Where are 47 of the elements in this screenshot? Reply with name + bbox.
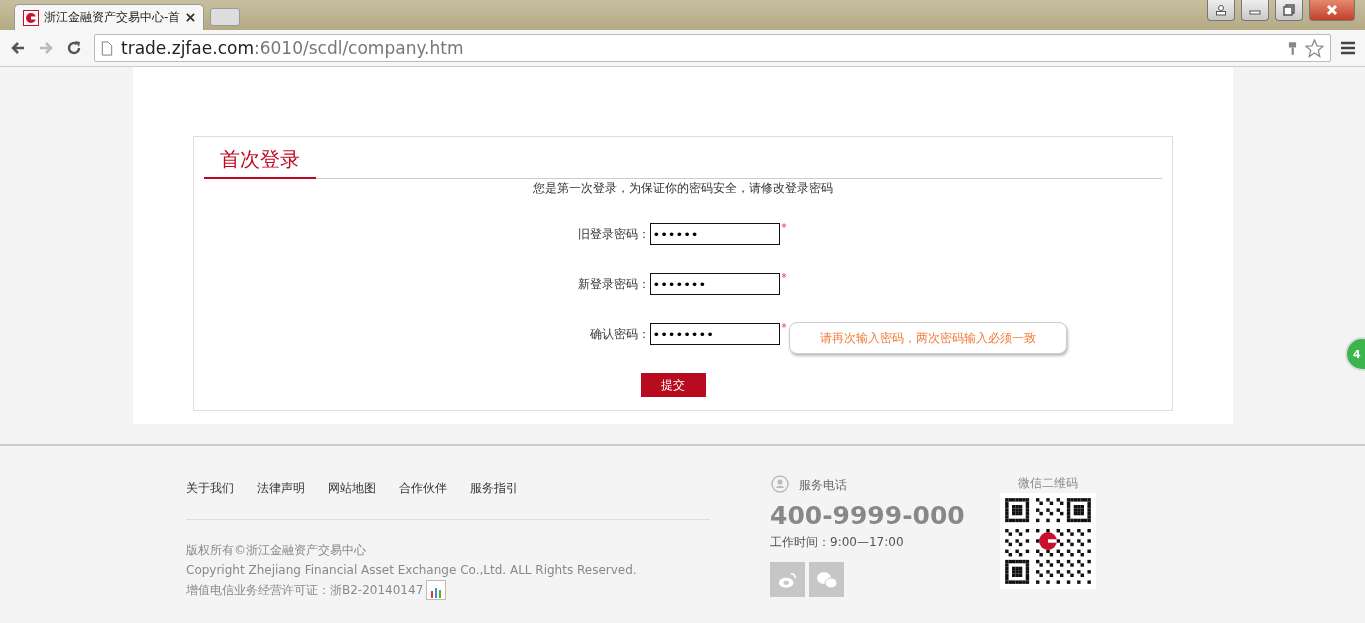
service-label: 服务电话 (799, 476, 847, 494)
address-bar[interactable]: trade.zjfae.com:6010/scdl/company.htm (94, 34, 1331, 62)
bar-chart-icon[interactable] (426, 580, 447, 600)
footer-link[interactable]: 合作伙伴 (399, 480, 447, 497)
required-mark: * (781, 322, 787, 333)
field-label: 确认密码： (588, 326, 650, 342)
page-icon (101, 40, 113, 56)
close-button[interactable] (1309, 0, 1355, 21)
footer-link[interactable]: 法律声明 (257, 480, 305, 497)
menu-icon[interactable] (1341, 41, 1355, 55)
key-icon[interactable] (1288, 40, 1297, 56)
footer-link[interactable]: 服务指引 (470, 480, 518, 497)
hint-tooltip: 请再次输入密码，两次密码输入必须一致 (788, 322, 1067, 354)
field-label: 旧登录密码： (576, 226, 650, 242)
hours-text: 工作时间：9:00—17:00 (770, 534, 905, 551)
browser-tab[interactable]: 浙江金融资产交易中心-首 (14, 4, 204, 30)
user-icon (1215, 4, 1227, 16)
profile-button[interactable] (1207, 0, 1235, 21)
new-tab-button[interactable] (210, 8, 240, 26)
required-mark: * (781, 272, 787, 283)
footer-link[interactable]: 关于我们 (186, 480, 234, 497)
close-icon (1326, 4, 1338, 16)
tab-title: 浙江金融资产交易中心-首 (44, 9, 181, 26)
star-icon[interactable] (1305, 38, 1324, 58)
logo-icon (23, 9, 39, 26)
notice-text: 您是第一次登录，为保证你的密码安全，请修改登录密码 (531, 181, 834, 196)
phone-number: 400-9999-000 (770, 501, 966, 530)
url-text: trade.zjfae.com:6010/scdl/company.htm (121, 38, 464, 58)
submit-button[interactable]: 提交 (640, 373, 706, 397)
copyright-text: 版权所有©浙江金融资产交易中心 (186, 542, 367, 559)
chat-user-icon (770, 475, 790, 495)
close-icon[interactable] (186, 13, 195, 22)
required-mark: * (781, 222, 787, 233)
restore-button[interactable] (1275, 0, 1303, 21)
reload-icon[interactable] (66, 40, 82, 56)
restore-icon (1283, 4, 1295, 16)
minimize-button[interactable] (1241, 0, 1269, 21)
license-text: 增值电信业务经营许可证：浙B2-20140147 (186, 582, 424, 599)
footer-link[interactable]: 网站地图 (328, 480, 376, 497)
password-field[interactable]: ••••••• (649, 273, 780, 295)
qr-code-label: 微信二维码 (1018, 476, 1078, 491)
password-field[interactable]: •••••• (649, 223, 780, 245)
back-icon[interactable] (10, 40, 26, 56)
form-title: 首次登录 (203, 146, 316, 179)
field-label: 新登录密码： (576, 276, 650, 292)
copyright-english-text: Copyright Zhejiang Financial Asset Exchange Co.,Ltd. ALL Rights Reserved. (186, 562, 638, 579)
password-field[interactable]: •••••••• (649, 323, 780, 345)
